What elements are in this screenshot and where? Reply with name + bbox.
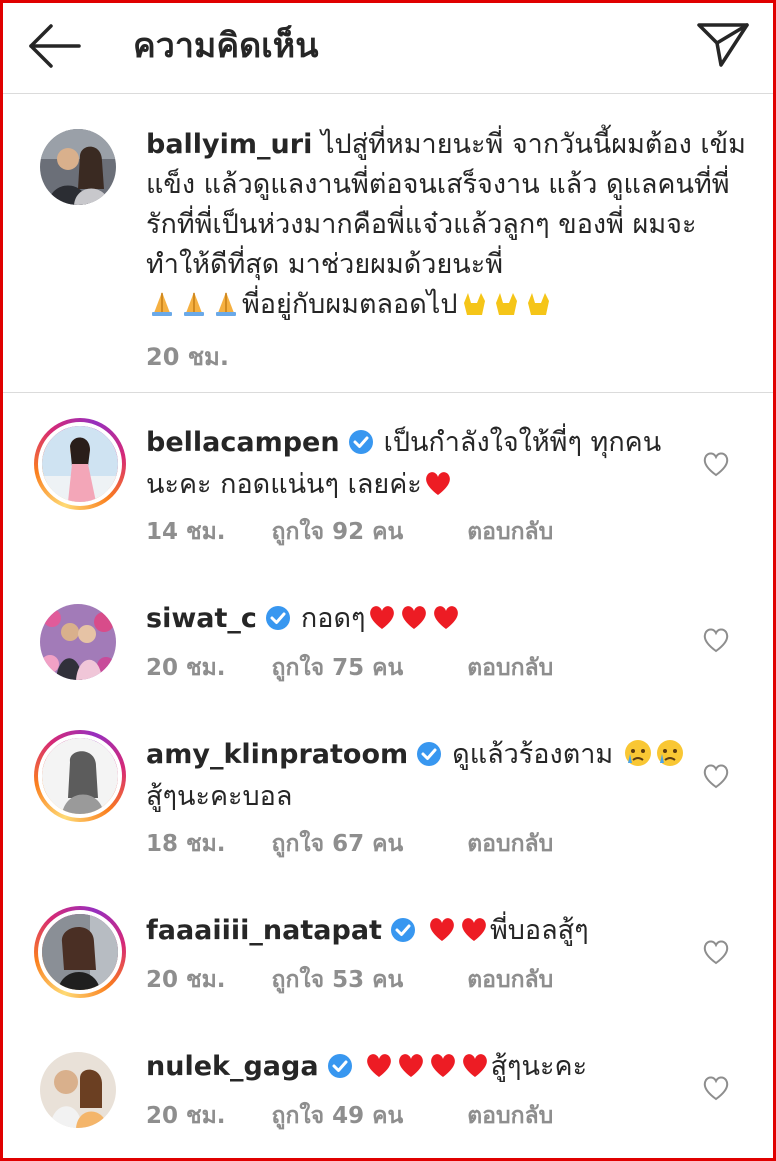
top-bar: ความคิดเห็น: [3, 3, 773, 94]
comment-meta: 18 ชม. ถูกใจ 67 คน ตอบกลับ: [146, 826, 553, 862]
heart-outline-icon: [703, 764, 729, 789]
love-you-gesture-emoji: [522, 289, 554, 317]
avatar[interactable]: [40, 1052, 116, 1128]
red-heart-emoji: [426, 915, 458, 943]
reply-button[interactable]: ตอบกลับ: [467, 514, 553, 550]
avatar-photo: [42, 738, 118, 814]
likes-count-link[interactable]: ถูกใจ 49 คน: [272, 1098, 404, 1134]
comment-meta: 20 ชม. ถูกใจ 49 คน ตอบกลับ: [146, 1098, 553, 1134]
avatar[interactable]: [40, 604, 116, 680]
like-button[interactable]: [701, 449, 731, 479]
red-heart-emoji: [398, 603, 430, 631]
likes-count-link[interactable]: ถูกใจ 75 คน: [272, 650, 404, 686]
likes-count-link[interactable]: ถูกใจ 53 คน: [272, 962, 404, 998]
comment-timestamp: 20 ชม.: [146, 655, 226, 681]
caption-timestamp: 20 ชม.: [146, 343, 229, 371]
love-you-gesture-emoji: [458, 289, 490, 317]
verified-badge-icon: [348, 426, 374, 454]
comment-username[interactable]: faaaiiii_natapat: [146, 915, 382, 946]
paper-plane-icon: [697, 23, 749, 67]
verified-badge-icon: [327, 1050, 353, 1078]
caption-username[interactable]: ballyim_uri: [146, 129, 312, 160]
reply-button[interactable]: ตอบกลับ: [467, 962, 553, 998]
like-button[interactable]: [701, 937, 731, 967]
red-heart-emoji: [459, 1051, 491, 1079]
crying-face-emoji: [654, 739, 686, 767]
comment-meta: 14 ชม. ถูกใจ 92 คน ตอบกลับ: [146, 514, 553, 550]
comment-text: amy_klinpratoom ดูแล้วร้องตาม สู้ๆนะคะบอล: [146, 734, 691, 818]
comment-timestamp: 14 ชม.: [146, 519, 226, 545]
avatar-photo: [40, 129, 116, 205]
avatar-story-ring[interactable]: [34, 730, 126, 822]
heart-outline-icon: [703, 452, 729, 477]
red-heart-emoji: [430, 603, 462, 631]
reply-button[interactable]: ตอบกลับ: [467, 826, 553, 862]
love-you-gesture-emoji: [490, 289, 522, 317]
comment-meta: 20 ชม. ถูกใจ 75 คน ตอบกลับ: [146, 650, 553, 686]
comment-body-line2: สู้ๆนะคะบอล: [146, 781, 293, 812]
comment-timestamp: 18 ชม.: [146, 831, 226, 857]
screen-frame: ความคิดเห็น ballyim_uri ไปสู่ที่หมายนะพี…: [0, 0, 776, 1161]
avatar-photo: [42, 914, 118, 990]
comment-username[interactable]: siwat_c: [146, 603, 257, 634]
verified-badge-icon: [265, 602, 291, 630]
red-heart-emoji: [422, 469, 454, 497]
comment-text: faaaiiii_natapat พี่บอลสู้ๆ: [146, 910, 691, 952]
avatar[interactable]: [40, 129, 116, 205]
share-button[interactable]: [695, 17, 751, 73]
like-button[interactable]: [701, 761, 731, 791]
avatar-photo: [40, 1052, 116, 1128]
avatar-story-ring[interactable]: [34, 906, 126, 998]
likes-count-link[interactable]: ถูกใจ 92 คน: [272, 514, 404, 550]
comment-meta: 20 ชม. ถูกใจ 53 คน ตอบกลับ: [146, 962, 553, 998]
comment-text: siwat_c กอดๆ: [146, 598, 691, 640]
red-heart-emoji: [427, 1051, 459, 1079]
caption-line1: ไปสู่ที่หมายนะพี่ จากวันนี้ผมต้อง: [320, 129, 692, 160]
comment-username[interactable]: nulek_gaga: [146, 1051, 319, 1082]
back-arrow-icon: [29, 24, 81, 68]
pray-emoji: [146, 289, 178, 317]
caption-end: พี่อยู่กับผมตลอดไป: [242, 289, 458, 320]
like-button[interactable]: [701, 625, 731, 655]
comment-username[interactable]: amy_klinpratoom: [146, 739, 408, 770]
pray-emoji: [210, 289, 242, 317]
reply-button[interactable]: ตอบกลับ: [467, 1098, 553, 1134]
comment-body: สู้ๆนะคะ: [490, 1051, 588, 1082]
pray-emoji: [178, 289, 210, 317]
reply-button[interactable]: ตอบกลับ: [467, 650, 553, 686]
heart-outline-icon: [703, 940, 729, 965]
avatar-photo: [40, 604, 116, 680]
comment-body: กอดๆ: [300, 603, 366, 634]
heart-outline-icon: [703, 1076, 729, 1101]
heart-outline-icon: [703, 628, 729, 653]
likes-count-link[interactable]: ถูกใจ 67 คน: [272, 826, 404, 862]
comment-timestamp: 20 ชม.: [146, 967, 226, 993]
comment-body: ดูแล้วร้องตาม: [452, 739, 614, 770]
comment-text: bellacampen เป็นกำลังใจให้พี่ๆ ทุกคน นะคะ…: [146, 422, 691, 506]
like-button[interactable]: [701, 1073, 731, 1103]
avatar-photo: [42, 426, 118, 502]
caption-text: ballyim_uri ไปสู่ที่หมายนะพี่ จากวันนี้ผ…: [146, 125, 746, 377]
verified-badge-icon: [416, 738, 442, 766]
comment-username[interactable]: bellacampen: [146, 427, 340, 458]
red-heart-emoji: [366, 603, 398, 631]
comment-timestamp: 20 ชม.: [146, 1103, 226, 1129]
red-heart-emoji: [395, 1051, 427, 1079]
page-title: ความคิดเห็น: [133, 26, 319, 66]
back-button[interactable]: [25, 21, 83, 71]
avatar-story-ring[interactable]: [34, 418, 126, 510]
red-heart-emoji: [363, 1051, 395, 1079]
verified-badge-icon: [390, 914, 416, 942]
crying-face-emoji: [622, 739, 654, 767]
comment-text: nulek_gaga สู้ๆนะคะ: [146, 1046, 691, 1088]
red-heart-emoji: [458, 915, 490, 943]
comment-body: พี่บอลสู้ๆ: [489, 915, 589, 946]
